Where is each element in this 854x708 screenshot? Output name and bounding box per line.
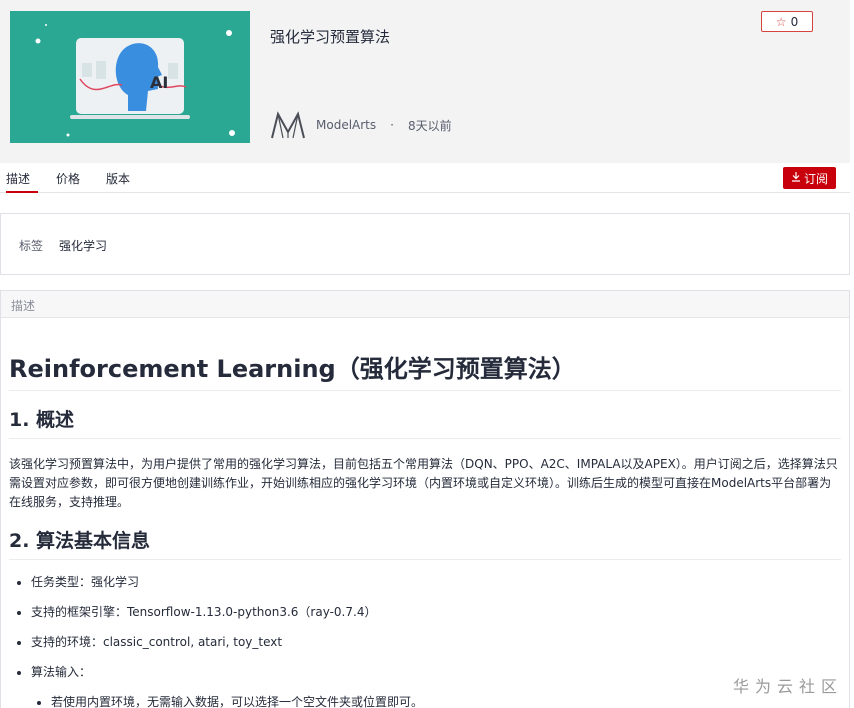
- download-icon: [791, 171, 801, 185]
- list-item: 支持的环境：classic_control, atari, toy_text: [31, 632, 841, 652]
- star-icon: ☆: [775, 14, 787, 29]
- meta-separator: ·: [390, 118, 394, 132]
- sub-list: 若使用内置环境，无需输入数据，可以选择一个空文件夹或位置即可。: [31, 692, 841, 708]
- tab-bar: 描述 价格 版本 订阅: [0, 163, 850, 193]
- tag-item[interactable]: 强化学习: [59, 237, 107, 254]
- overview-paragraph: 该强化学习预置算法中，为用户提供了常用的强化学习算法，目前包括五个常用算法（DQ…: [9, 457, 838, 509]
- description-header: 描述: [1, 291, 849, 318]
- cover-image: AI: [10, 11, 250, 143]
- publisher-info: ModelArts · 8天以前: [270, 110, 452, 140]
- list-item: 任务类型：强化学习: [31, 572, 841, 592]
- section-overview-title: 1. 概述: [9, 405, 841, 439]
- publisher-name[interactable]: ModelArts: [316, 118, 376, 132]
- subscribe-label: 订阅: [803, 171, 828, 186]
- sub-list-item: 若使用内置环境，无需输入数据，可以选择一个空文件夹或位置即可。: [51, 692, 841, 708]
- subscribe-button[interactable]: 订阅: [783, 167, 836, 189]
- favorite-button[interactable]: ☆ 0: [761, 11, 813, 32]
- description-content: Reinforcement Learning（强化学习预置算法） 1. 概述 该…: [9, 349, 841, 708]
- description-panel: 描述 Reinforcement Learning（强化学习预置算法） 1. 概…: [0, 290, 850, 708]
- basic-info-list: 任务类型：强化学习 支持的框架引擎：Tensorflow-1.13.0-pyth…: [9, 572, 841, 708]
- tags-panel: 标签 强化学习: [0, 213, 850, 275]
- modelarts-logo-icon: [270, 110, 306, 140]
- tab-version[interactable]: 版本: [106, 170, 130, 193]
- asset-header: AI 强化学习预置算法 ☆ 0 ModelArts · 8天以前: [0, 0, 850, 163]
- tab-description[interactable]: 描述: [6, 170, 38, 193]
- publish-time: 8天以前: [407, 118, 452, 133]
- section-basic-info-title: 2. 算法基本信息: [9, 526, 841, 560]
- favorite-count: 0: [790, 14, 799, 29]
- tags-label: 标签: [19, 239, 44, 253]
- cover-ai-label: AI: [150, 73, 168, 92]
- doc-title: Reinforcement Learning（强化学习预置算法）: [9, 349, 841, 391]
- list-item: 支持的框架引擎：Tensorflow-1.13.0-python3.6（ray-…: [31, 602, 841, 622]
- tab-price[interactable]: 价格: [56, 170, 80, 193]
- asset-title: 强化学习预置算法: [270, 28, 391, 46]
- watermark: 华为云社区: [733, 677, 844, 696]
- list-item-label: 算法输入：: [31, 665, 92, 679]
- list-item: 算法输入： 若使用内置环境，无需输入数据，可以选择一个空文件夹或位置即可。: [31, 662, 841, 708]
